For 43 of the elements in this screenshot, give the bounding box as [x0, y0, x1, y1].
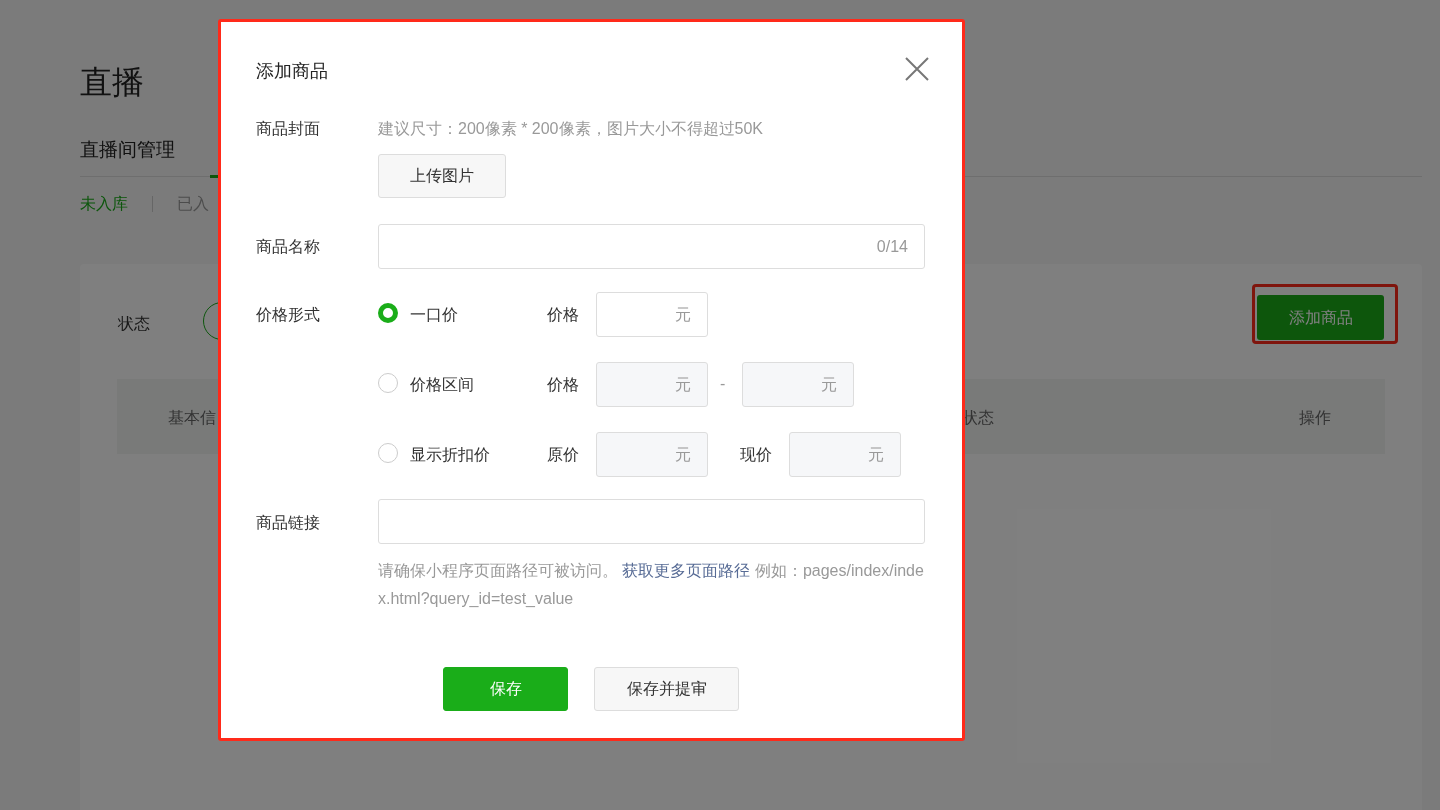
upload-button[interactable]: 上传图片 — [378, 154, 506, 198]
field-label: 价格形式 — [256, 305, 320, 325]
name-input-field[interactable]: 0/14 — [378, 224, 925, 269]
price-input-field[interactable]: 元 — [596, 292, 708, 337]
option-label: 一口价 — [410, 305, 458, 325]
price-label: 价格 — [547, 375, 579, 395]
unit-label: 元 — [675, 445, 691, 465]
price-label: 原价 — [547, 445, 579, 465]
unit-label: 元 — [675, 375, 691, 395]
price-input-field[interactable]: 元 — [789, 432, 901, 477]
field-label: 商品名称 — [256, 237, 320, 257]
option-label: 价格区间 — [410, 375, 474, 395]
radio-button[interactable] — [378, 373, 398, 393]
save-button[interactable]: 保存 — [443, 667, 568, 711]
add-product-button[interactable]: 添加商品 — [1257, 295, 1384, 340]
character-counter: 0/14 — [876, 237, 908, 257]
unit-label: 元 — [821, 375, 837, 395]
option-label: 显示折扣价 — [410, 445, 490, 465]
page-title: 直播 — [80, 63, 144, 102]
radio-button[interactable] — [378, 303, 398, 323]
filter-label: 状态 — [118, 314, 150, 334]
dialog-title: 添加商品 — [256, 60, 328, 83]
unit-label: 元 — [675, 305, 691, 325]
tab[interactable]: 直播间管理 — [80, 136, 175, 165]
close-icon[interactable] — [904, 56, 930, 82]
column-header: 操作 — [1299, 408, 1331, 428]
range-separator: - — [720, 374, 726, 394]
radio-button[interactable] — [378, 443, 398, 463]
price-label: 现价 — [740, 445, 772, 465]
price-input-field[interactable]: 元 — [596, 362, 708, 407]
unit-label: 元 — [868, 445, 884, 465]
price-input-field[interactable]: 元 — [596, 432, 708, 477]
field-label: 商品封面 — [256, 119, 320, 139]
more-paths-link[interactable]: 获取更多页面路径 — [622, 562, 751, 579]
help-text: 请确保小程序页面路径可被访问。 获取更多页面路径 例如：pages/index/index.html?query_id=test_value — [378, 561, 925, 609]
price-label: 价格 — [547, 305, 579, 325]
subtab[interactable]: 未入库 — [80, 192, 128, 216]
link-input-field[interactable] — [378, 499, 925, 544]
save-submit-button[interactable]: 保存并提审 — [594, 667, 739, 711]
size-hint: 建议尺寸：200像素 * 200像素，图片大小不得超过50K — [378, 119, 763, 139]
price-input-field[interactable]: 元 — [742, 362, 854, 407]
field-label: 商品链接 — [256, 513, 320, 533]
column-header: 基本信 — [168, 408, 216, 428]
